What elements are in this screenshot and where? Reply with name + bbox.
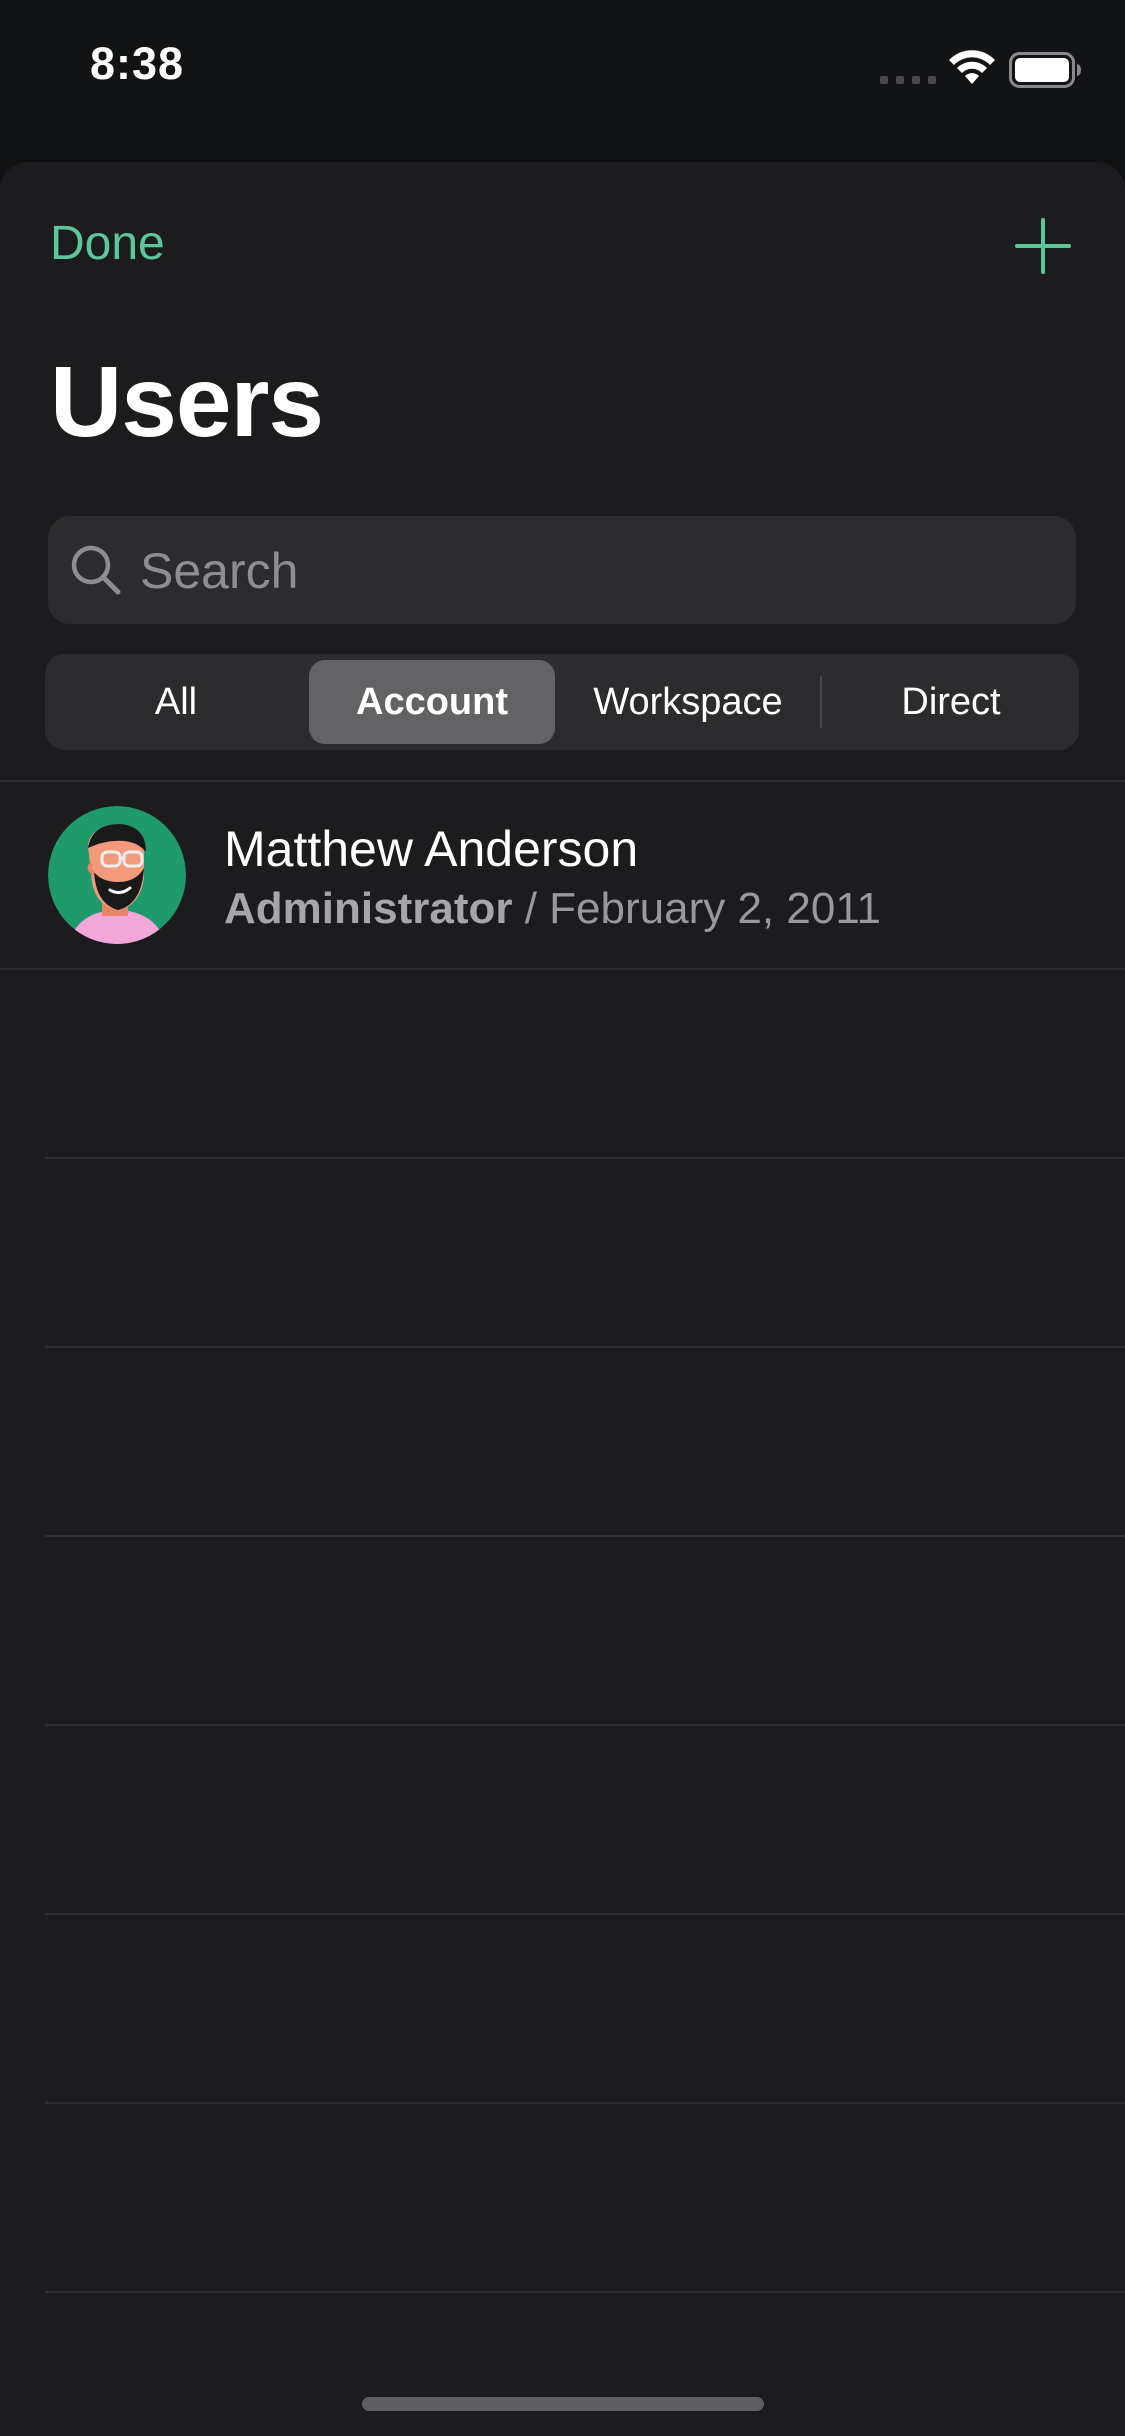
search-input[interactable] xyxy=(138,538,1042,604)
row-divider xyxy=(45,1535,1125,1537)
user-role: Administrator xyxy=(224,884,513,933)
segment-workspace[interactable]: Workspace xyxy=(565,660,811,744)
plus-icon[interactable] xyxy=(1015,218,1071,274)
avatar xyxy=(48,806,186,944)
row-divider xyxy=(45,1346,1125,1348)
status-bar: 8:38 xyxy=(0,0,1125,150)
status-time: 8:38 xyxy=(90,38,185,89)
avatar-illustration xyxy=(48,806,186,944)
wifi-icon xyxy=(949,50,995,84)
user-meta: Administrator / February 2, 2011 xyxy=(224,884,881,934)
meta-separator: / xyxy=(512,884,550,933)
search-bar[interactable] xyxy=(48,516,1076,624)
row-divider xyxy=(45,1724,1125,1726)
row-divider xyxy=(45,2102,1125,2104)
user-filter-segmented-control: All Account Workspace Direct xyxy=(45,654,1079,750)
segment-divider xyxy=(820,676,822,728)
battery-icon xyxy=(1009,52,1081,88)
segment-all[interactable]: All xyxy=(53,660,299,744)
cellular-signal-icon xyxy=(880,76,936,84)
table-row[interactable]: Matthew Anderson Administrator / Februar… xyxy=(0,782,1125,968)
user-date: February 2, 2011 xyxy=(549,884,881,933)
row-divider xyxy=(45,1913,1125,1915)
row-divider xyxy=(45,2291,1125,2293)
row-divider xyxy=(45,1157,1125,1159)
row-divider xyxy=(0,968,1125,970)
user-name: Matthew Anderson xyxy=(224,821,639,877)
segment-account[interactable]: Account xyxy=(309,660,555,744)
users-sheet xyxy=(0,162,1125,2436)
page-title: Users xyxy=(50,346,324,458)
search-icon xyxy=(71,545,121,595)
home-indicator[interactable] xyxy=(362,2397,764,2411)
done-button[interactable]: Done xyxy=(50,216,165,271)
segment-direct[interactable]: Direct xyxy=(831,660,1071,744)
